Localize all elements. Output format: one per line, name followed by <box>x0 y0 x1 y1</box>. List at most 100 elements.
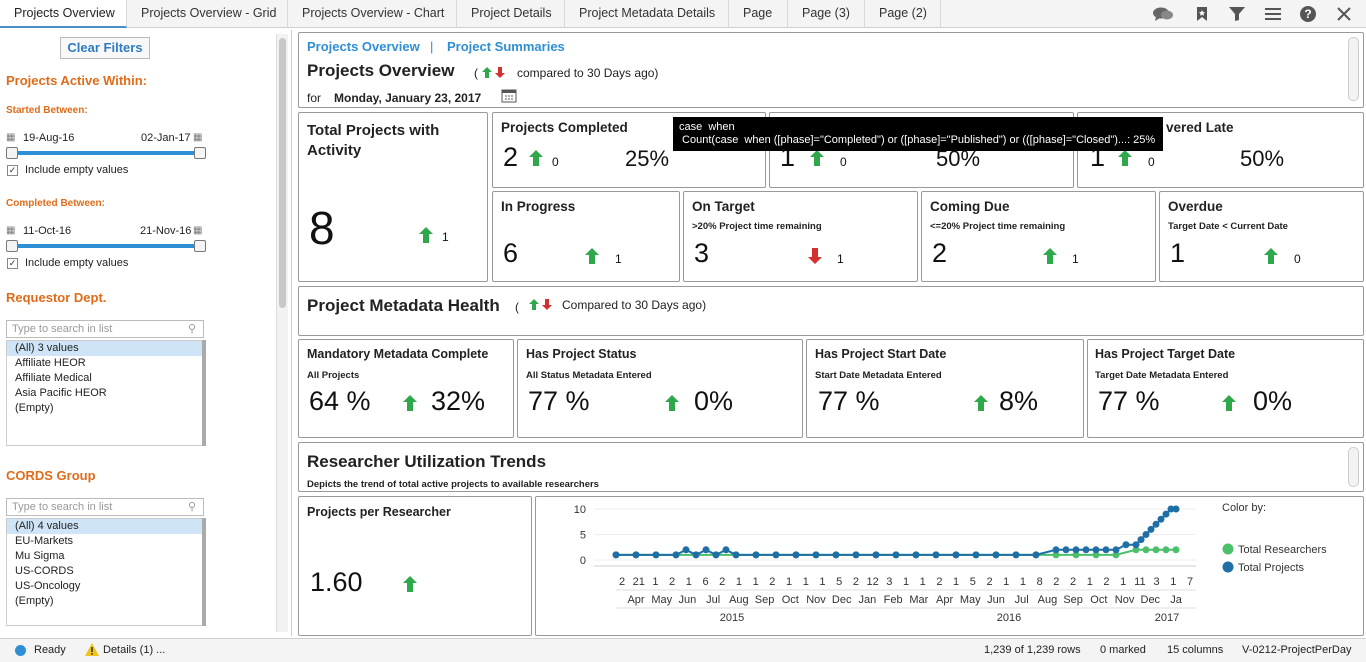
utilization-line-chart[interactable]: 10502 21 1 2 1 6 2 1 1 2 1 1 1 5 2 12 3 1 1 2 1 5 2 1 1 8 2 2 1 2 1 11 3… <box>536 497 1364 635</box>
comments-icon[interactable] <box>1152 4 1174 24</box>
x-month-label: Jun <box>987 594 1005 606</box>
calendar-icon[interactable]: ▦ <box>6 132 15 143</box>
warning-icon[interactable] <box>85 643 99 656</box>
calendar-icon[interactable] <box>501 88 517 103</box>
list-item[interactable]: Affiliate Medical <box>7 371 203 386</box>
bookmark-icon[interactable] <box>1191 4 1213 24</box>
data-point <box>1032 551 1040 559</box>
x-day-label: 1 <box>1020 576 1026 588</box>
x-day-label: 2 <box>986 576 992 588</box>
mandatory-metadata-card: Mandatory Metadata Complete All Projects… <box>298 339 514 438</box>
data-table-name[interactable]: V-0212-ProjectPerDay <box>1242 644 1351 656</box>
has-project-status-value: 77 % <box>528 386 590 416</box>
overdue-delta: 0 <box>1294 252 1301 266</box>
has-project-status-title: Has Project Status <box>526 347 637 361</box>
up-arrow-icon <box>1222 395 1236 411</box>
list-item[interactable]: (Empty) <box>7 594 203 609</box>
data-point <box>1172 505 1180 513</box>
started-from-value: 19-Aug-16 <box>23 132 75 144</box>
has-target-date-card: Has Project Target Date Target Date Meta… <box>1087 339 1364 438</box>
projects-per-researcher-value: 1.60 <box>310 567 363 597</box>
cords-group-search-input[interactable]: Type to search in list <box>6 498 204 516</box>
help-icon[interactable]: ? <box>1297 4 1319 24</box>
tab-projects-overview-grid[interactable]: Projects Overview - Grid <box>127 0 288 28</box>
up-down-arrows-icon <box>529 299 552 310</box>
data-point <box>1102 546 1110 554</box>
metadata-health-header: Project Metadata Health ( Compared to 30… <box>298 286 1364 336</box>
tab-page-2[interactable]: Page (2) <box>865 0 941 28</box>
data-point <box>1157 515 1165 523</box>
list-scrollbar[interactable] <box>202 518 206 626</box>
list-item[interactable]: Affiliate HEOR <box>7 356 203 371</box>
list-item[interactable]: US-Oncology <box>7 579 203 594</box>
x-month-label: Dec <box>832 594 852 606</box>
list-item[interactable]: EU-Markets <box>7 534 203 549</box>
header-scrollbar[interactable] <box>1348 37 1359 101</box>
list-item[interactable]: (Empty) <box>7 401 203 416</box>
metadata-compare-paren: ( <box>515 300 519 314</box>
completed-range-start-handle[interactable] <box>6 240 18 252</box>
list-item[interactable]: US-CORDS <box>7 564 203 579</box>
tab-projects-overview[interactable]: Projects Overview <box>0 0 127 28</box>
legend-label: Total Researchers <box>1238 544 1327 556</box>
requestor-dept-label: Requestor Dept. <box>6 290 107 305</box>
tab-project-metadata-details[interactable]: Project Metadata Details <box>565 0 729 28</box>
completed-range-end-handle[interactable] <box>194 240 206 252</box>
clear-filters-button[interactable]: Clear Filters <box>60 37 150 59</box>
calendar-icon[interactable]: ▦ <box>193 132 202 143</box>
list-item[interactable]: Mu Sigma <box>7 549 203 564</box>
list-item[interactable]: (All) 3 values <box>7 341 203 356</box>
data-point <box>972 551 980 559</box>
data-point <box>692 551 700 559</box>
list-item[interactable]: (All) 4 values <box>7 519 203 534</box>
data-point <box>912 551 920 559</box>
projects-active-within-label: Projects Active Within: <box>6 73 147 88</box>
sidebar-scrollbar-thumb[interactable] <box>279 38 286 308</box>
list-scrollbar[interactable] <box>202 340 206 446</box>
details-link[interactable]: Details (1) ... <box>103 644 165 656</box>
requestor-dept-list[interactable]: (All) 3 values Affiliate HEOR Affiliate … <box>6 340 204 446</box>
menu-icon[interactable] <box>1262 4 1284 24</box>
has-start-date-delta: 8% <box>999 386 1039 416</box>
x-day-label: 8 <box>1037 576 1043 588</box>
svg-text:?: ? <box>1304 7 1311 21</box>
started-range-track[interactable] <box>12 151 202 155</box>
data-point <box>792 551 800 559</box>
completed-between-label: Completed Between: <box>6 198 105 209</box>
started-range-start-handle[interactable] <box>6 147 18 159</box>
tab-page-3[interactable]: Page (3) <box>788 0 865 28</box>
project-summaries-link[interactable]: Project Summaries <box>447 39 565 54</box>
projects-overview-link[interactable]: Projects Overview <box>307 39 420 54</box>
requestor-dept-search-input[interactable]: Type to search in list <box>6 320 204 338</box>
data-point <box>1122 541 1130 549</box>
close-icon[interactable] <box>1333 4 1355 24</box>
up-arrow-icon <box>1118 150 1132 166</box>
data-point <box>1162 546 1170 554</box>
tab-project-details[interactable]: Project Details <box>457 0 565 28</box>
calendar-icon[interactable]: ▦ <box>6 225 15 236</box>
filter-icon[interactable] <box>1226 4 1248 24</box>
calendar-icon[interactable]: ▦ <box>193 225 202 236</box>
x-day-label: 3 <box>886 576 892 588</box>
up-arrow-icon <box>403 395 417 411</box>
include-empty-checkbox-2[interactable]: ✓ <box>7 258 18 269</box>
tab-page[interactable]: Page <box>729 0 788 28</box>
list-item[interactable]: Asia Pacific HEOR <box>7 386 203 401</box>
data-point <box>1062 546 1070 554</box>
delivered-late-delta: 0 <box>1148 155 1155 169</box>
sidebar-scrollbar[interactable] <box>276 34 288 632</box>
completed-range-track[interactable] <box>12 244 202 248</box>
trends-scrollbar[interactable] <box>1348 447 1359 487</box>
x-day-label: 2 <box>853 576 859 588</box>
include-empty-label-1: Include empty values <box>25 164 129 176</box>
tab-projects-overview-chart[interactable]: Projects Overview - Chart <box>288 0 457 28</box>
up-arrow-icon <box>810 150 824 166</box>
x-day-label: 1 <box>1003 576 1009 588</box>
x-day-label: 1 <box>686 576 692 588</box>
started-range-end-handle[interactable] <box>194 147 206 159</box>
include-empty-checkbox-1[interactable]: ✓ <box>7 165 18 176</box>
data-point <box>752 551 760 559</box>
x-month-label: Apr <box>627 594 644 606</box>
projects-completed-pct: 25% <box>625 146 670 171</box>
cords-group-list[interactable]: (All) 4 values EU-Markets Mu Sigma US-CO… <box>6 518 204 626</box>
